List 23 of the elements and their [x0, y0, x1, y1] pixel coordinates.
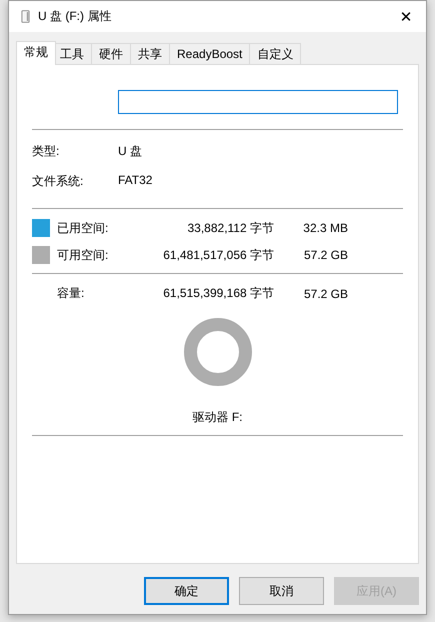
byte-count: 61,481,517,056 字节	[162, 246, 274, 264]
field-label: 类型:	[32, 143, 60, 160]
space-label: 已用空间:	[57, 220, 110, 236]
field-value: FAT32	[118, 173, 154, 189]
size-value: 32.3 MB	[302, 221, 348, 235]
field-value: U 盘	[118, 143, 143, 160]
tab[interactable]: 自定义	[249, 43, 302, 64]
dialog-button[interactable]: 取消	[239, 577, 324, 605]
byte-count: 61,515,399,168 字节	[162, 285, 274, 302]
usage-ring-drawing	[182, 317, 252, 387]
field-label: 文件系统:	[32, 173, 84, 190]
space-label: 可用空间:	[57, 246, 110, 264]
size-value: 57.2 GB	[302, 248, 348, 262]
byte-count: 33,882,112 字节	[186, 220, 274, 236]
tab[interactable]: 常规	[16, 41, 56, 65]
usb-drive-icon	[21, 10, 30, 23]
name-field[interactable]	[118, 90, 398, 114]
window-title: U 盘 (F:) 属性	[38, 8, 112, 25]
capacity-label: 容量:	[57, 285, 86, 302]
close-button[interactable]: ✕	[386, 1, 426, 32]
size-value: 57.2 GB	[302, 286, 348, 300]
drive-label: 驱动器 F:	[192, 410, 242, 424]
dialog-button[interactable]: 确定	[144, 577, 229, 605]
